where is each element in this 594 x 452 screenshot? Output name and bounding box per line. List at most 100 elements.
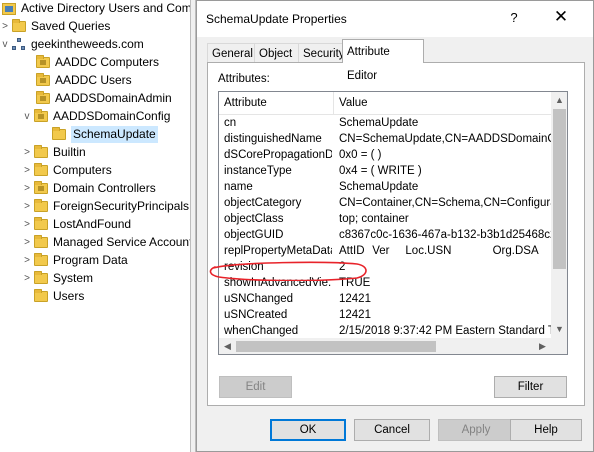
properties-dialog: SchemaUpdate Properties ? ✕ General Obje… — [196, 0, 594, 452]
list-header: Attribute Value — [219, 92, 551, 115]
tree-item-lostandfound[interactable]: > LostAndFound — [22, 216, 131, 233]
column-divider[interactable] — [333, 92, 334, 114]
folder-icon — [34, 271, 48, 284]
help-icon[interactable]: ? — [507, 10, 521, 25]
chevron-right-icon[interactable]: > — [22, 270, 32, 287]
attribute-value: TRUE — [339, 277, 371, 289]
attributes-list[interactable]: Attribute Value cn SchemaUpdate distingu… — [218, 91, 568, 355]
table-row[interactable]: whenChanged 2/15/2018 9:37:42 PM Eastern… — [219, 323, 551, 339]
ou-folder-icon — [36, 73, 50, 86]
attribute-name: uSNCreated — [224, 309, 288, 321]
metadata-col-loc-usn: Loc.USN — [405, 245, 452, 257]
tree-item-computers[interactable]: > Computers — [22, 162, 112, 179]
table-row[interactable]: uSNCreated 12421 — [219, 307, 551, 323]
attribute-value: 0x4 = ( WRITE ) — [339, 165, 422, 177]
ok-button[interactable]: OK — [270, 419, 346, 441]
horizontal-scrollbar[interactable]: ◀ ▶ — [219, 338, 551, 354]
vertical-scroll-thumb[interactable] — [553, 109, 566, 269]
tree-item-builtin[interactable]: > Builtin — [22, 144, 86, 161]
chevron-right-icon[interactable]: > — [22, 216, 32, 233]
table-row[interactable]: cn SchemaUpdate — [219, 115, 551, 131]
folder-icon — [34, 199, 48, 212]
attribute-name: objectClass — [224, 213, 284, 225]
ou-folder-icon — [34, 109, 48, 122]
attribute-value: CN=Container,CN=Schema,CN=Configuration — [339, 197, 551, 209]
dialog-tabs: General Object Security Attribute Editor — [207, 39, 587, 82]
scroll-down-icon[interactable]: ▼ — [551, 321, 567, 338]
chevron-right-icon[interactable]: > — [22, 234, 32, 251]
tab-object[interactable]: Object — [254, 43, 299, 63]
attribute-value: SchemaUpdate — [339, 181, 419, 193]
tree-item-label: AADDC Computers — [55, 55, 160, 69]
column-header-attribute[interactable]: Attribute — [224, 97, 267, 109]
scroll-left-icon[interactable]: ◀ — [219, 338, 236, 354]
scroll-up-icon[interactable]: ▲ — [551, 92, 567, 109]
help-button[interactable]: Help — [510, 419, 582, 441]
table-row[interactable]: name SchemaUpdate — [219, 179, 551, 195]
folder-icon — [34, 289, 48, 302]
edit-button[interactable]: Edit — [219, 376, 292, 398]
tree-item-program-data[interactable]: > Program Data — [22, 252, 128, 269]
tree-item-schemaupdate[interactable]: SchemaUpdate — [52, 126, 158, 143]
attribute-name: objectCategory — [224, 197, 302, 209]
folder-icon — [34, 163, 48, 176]
table-row[interactable]: objectClass top; container — [219, 211, 551, 227]
scrollbar-corner — [551, 338, 567, 354]
tree-item-aaddsdomainadmin[interactable]: AADDSDomainAdmin — [36, 90, 172, 107]
table-row[interactable]: revision 2 — [219, 259, 551, 275]
table-row[interactable]: dSCorePropagationD... 0x0 = ( ) — [219, 147, 551, 163]
table-row[interactable]: objectCategory CN=Container,CN=Schema,CN… — [219, 195, 551, 211]
folder-icon — [34, 253, 48, 266]
tree-item-label: Program Data — [53, 253, 128, 267]
tree-item-label: Users — [53, 289, 85, 303]
table-row[interactable]: showInAdvancedVie... TRUE — [219, 275, 551, 291]
attribute-value: 2 — [339, 261, 346, 273]
tab-attribute-editor[interactable]: Attribute Editor — [342, 39, 424, 82]
chevron-right-icon[interactable]: > — [22, 162, 32, 179]
chevron-right-icon[interactable]: > — [22, 180, 32, 197]
scroll-right-icon[interactable]: ▶ — [534, 338, 551, 354]
folder-icon — [34, 235, 48, 248]
dialog-titlebar[interactable]: SchemaUpdate Properties ? ✕ — [197, 1, 593, 37]
chevron-down-icon[interactable]: v — [22, 108, 32, 125]
ou-folder-icon — [34, 181, 48, 194]
chevron-down-icon[interactable]: v — [0, 36, 10, 53]
chevron-right-icon[interactable]: > — [22, 144, 32, 161]
tree-item-foreignsecurityprincipals[interactable]: > ForeignSecurityPrincipals — [22, 198, 189, 215]
folder-icon — [12, 19, 26, 32]
chevron-right-icon[interactable]: > — [0, 18, 10, 35]
attribute-name: replPropertyMetaData — [224, 245, 332, 257]
close-icon[interactable]: ✕ — [553, 7, 569, 27]
tab-security[interactable]: Security — [298, 43, 345, 63]
table-row[interactable]: distinguishedName CN=SchemaUpdate,CN=AAD… — [219, 131, 551, 147]
table-row[interactable]: instanceType 0x4 = ( WRITE ) — [219, 163, 551, 179]
table-row[interactable]: uSNChanged 12421 — [219, 291, 551, 307]
tree-item-users[interactable]: Users — [34, 288, 84, 305]
attribute-name: instanceType — [224, 165, 292, 177]
attribute-name: uSNChanged — [224, 293, 294, 305]
folder-icon — [34, 217, 48, 230]
ad-tree-pane: Active Directory Users and Comp > Saved … — [0, 0, 190, 452]
tree-item-domain-controllers[interactable]: > Domain Controllers — [22, 180, 156, 197]
table-row[interactable]: objectGUID c8367c0c-1636-467a-b132-b3b1d… — [219, 227, 551, 243]
tree-item-managed-service-account[interactable]: > Managed Service Account — [22, 234, 190, 251]
tree-item-label: ForeignSecurityPrincipals — [53, 199, 190, 213]
tree-item-saved-queries[interactable]: > Saved Queries — [0, 18, 110, 35]
apply-button[interactable]: Apply — [438, 419, 514, 441]
tree-root[interactable]: Active Directory Users and Comp — [2, 0, 190, 17]
tree-item-aaddc-users[interactable]: AADDC Users — [36, 72, 132, 89]
tab-general[interactable]: General — [207, 43, 255, 63]
chevron-right-icon[interactable]: > — [22, 252, 32, 269]
tree-item-aaddc-computers[interactable]: AADDC Computers — [36, 54, 159, 71]
filter-button[interactable]: Filter — [494, 376, 567, 398]
chevron-right-icon[interactable]: > — [22, 198, 32, 215]
table-row[interactable]: replPropertyMetaData AttID Ver Loc.USN O… — [219, 243, 551, 259]
tree-item-domain[interactable]: v geekintheweeds.com — [0, 36, 144, 53]
cancel-button[interactable]: Cancel — [354, 419, 430, 441]
tree-item-system[interactable]: > System — [22, 270, 93, 287]
horizontal-scroll-thumb[interactable] — [236, 341, 436, 352]
attribute-value: CN=SchemaUpdate,CN=AADDSDomainCon — [339, 133, 551, 145]
column-header-value[interactable]: Value — [339, 97, 368, 109]
vertical-scrollbar[interactable]: ▲ ▼ — [551, 92, 567, 338]
tree-item-aaddsdomainconfig[interactable]: v AADDSDomainConfig — [22, 108, 170, 125]
